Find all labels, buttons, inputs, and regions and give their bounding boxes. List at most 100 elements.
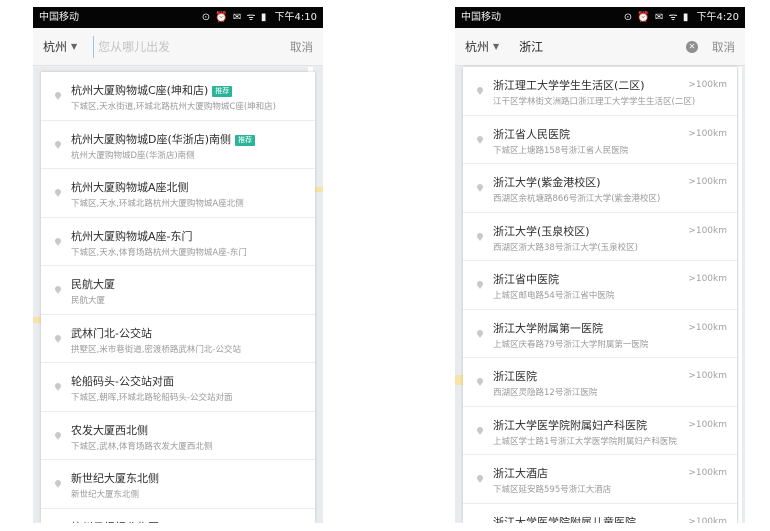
place-address: 西湖区灵隐路12号浙江医院 <box>493 388 598 398</box>
destination-search-input[interactable] <box>515 35 686 58</box>
suggestion-item[interactable]: 民航大厦 民航大厦 <box>41 266 315 315</box>
distance-label: >100km <box>688 128 727 139</box>
suggestion-item[interactable]: 浙江省中医院上城区邮电路54号浙江省中医院 >100km <box>463 261 737 310</box>
location-pin-icon <box>477 329 483 338</box>
place-name-text: 浙江大学医学院附属妇产科医院 <box>493 418 647 432</box>
cancel-button[interactable]: 取消 <box>290 39 313 55</box>
place-name: 农发大厦西北侧 <box>71 422 148 438</box>
location-pin-icon <box>55 286 61 294</box>
place-name: 民航大厦 <box>71 276 115 292</box>
place-address: 拱墅区,米市巷街道,密渡桥路武林门北-公交站 <box>71 344 241 355</box>
place-name: 杭州大厦购物城A座北侧 <box>71 179 189 195</box>
suggestion-item[interactable]: 浙江大学(紫金港校区) 西湖区余杭塘路866号浙江大学(紫金港校区) >100km <box>463 164 737 213</box>
cancel-button[interactable]: 取消 <box>712 39 735 55</box>
left-phone-screen: 中国移动 ⊙ ⏰ ✉ ᯤ ▮ 下午4:10 杭州 ▼ 取消 杭州大厦购物城C座(… <box>33 7 323 523</box>
city-label: 杭州 <box>43 40 68 54</box>
place-name: 浙江大学医学院附属妇产科医院 <box>493 417 647 433</box>
place-name: 浙江医院 <box>493 368 537 384</box>
suggestion-item[interactable]: 浙江大学医学院附属妇产科医院 上城区学士路1号浙江大学医学院附属妇产科医院 >100… <box>463 407 737 455</box>
place-name: 浙江理工大学学生生活区(二区) <box>493 77 645 93</box>
location-pin-icon <box>55 383 61 391</box>
place-name-text: 杭州大厦购物城D座(华浙店)南侧 <box>71 132 232 146</box>
carrier-label: 中国移动 <box>461 12 501 23</box>
suggestion-item[interactable]: 浙江理工大学学生生活区(二区) 江干区学林街文洲路口浙江理工大学学生生活区(二区)… <box>463 67 737 116</box>
location-pin-icon <box>55 334 61 343</box>
place-name: 浙江大学(玉泉校区) <box>493 223 590 239</box>
status-bar: 中国移动 ⊙ ⏰ ✉ ᯤ ▮ 下午4:20 <box>455 7 745 28</box>
status-icons: ⊙ ⏰ ✉ ᯤ ▮ <box>201 12 268 23</box>
suggestion-item[interactable]: 杭州日报报业集团下城区,武林,体育场路 <box>41 509 315 524</box>
status-bar: 中国移动 ⊙ ⏰ ✉ ᯤ ▮ 下午4:10 <box>33 7 323 28</box>
suggestion-item[interactable]: 杭州大厦购物城A座-东门 下城区,天水,体育场路杭州大厦购物城A座-东门 <box>41 218 315 266</box>
place-name-text: 浙江省人民医院 <box>493 127 570 141</box>
location-pin-icon <box>477 281 483 289</box>
suggestion-item[interactable]: 武林门北-公交站拱墅区,米市巷街道,密渡桥路武林门北-公交站 <box>41 315 315 363</box>
place-name-text: 民航大厦 <box>71 278 115 291</box>
suggestion-item[interactable]: 杭州大厦购物城C座(坤和店) 推荐 下城区,天水街道,环城北路杭州大厦购物城C座(坤… <box>41 72 315 121</box>
location-pin-icon <box>477 87 483 95</box>
distance-label: >100km <box>688 468 727 478</box>
recommend-badge: 推荐 <box>212 86 233 97</box>
suggestion-item[interactable]: 杭州大厦购物城A座北侧下城区,天水,环城北路杭州大厦购物城A座北侧 <box>41 169 315 218</box>
suggestion-item[interactable]: 新世纪大厦东北侧 新世纪大厦东北侧 <box>41 460 315 509</box>
place-name: 浙江大酒店 <box>493 465 548 481</box>
place-name: 新世纪大厦东北侧 <box>71 470 159 486</box>
place-name-text: 浙江医院 <box>493 370 537 383</box>
place-name-text: 武林门北-公交站 <box>71 326 152 340</box>
place-name: 浙江大学医学院附属儿童医院 <box>493 514 636 524</box>
place-address: 上城区邮电路54号浙江省中医院 <box>493 291 615 301</box>
location-pin-icon <box>477 426 483 435</box>
place-name-text: 浙江省中医院 <box>493 273 559 286</box>
place-name: 杭州大厦购物城C座(坤和店) 推荐 <box>71 82 233 98</box>
right-phone-screen: 中国移动 ⊙ ⏰ ✉ ᯤ ▮ 下午4:20 杭州 ▼ ✕ 取消 浙江理工大学学生… <box>455 7 745 523</box>
place-name-text: 浙江大学附属第一医院 <box>493 321 603 335</box>
distance-label: >100km <box>688 274 727 284</box>
place-name-text: 浙江大酒店 <box>493 467 548 480</box>
suggestion-item[interactable]: 浙江医院 西湖区灵隐路12号浙江医院 >100km <box>463 358 737 407</box>
suggestion-item[interactable]: 浙江省人民医院下城区上塘路158号浙江省人民医院 >100km <box>463 116 737 164</box>
place-name-text: 新世纪大厦东北侧 <box>71 472 159 485</box>
place-address: 下城区,朝晖,环城北路轮船码头-公交站对面 <box>71 393 233 403</box>
suggestion-item[interactable]: 浙江大学医学院附属儿童医院上城区竹竿巷57号>100km <box>463 504 737 524</box>
place-address: 下城区延安路595号浙江大酒店 <box>493 485 612 495</box>
place-name-text: 杭州大厦购物城A座-东门 <box>71 229 193 243</box>
city-selector[interactable]: 杭州 ▼ <box>465 38 499 55</box>
place-name: 武林门北-公交站 <box>71 325 152 341</box>
suggestion-item[interactable]: 农发大厦西北侧下城区,武林,体育场路农发大厦西北侧 <box>41 412 315 460</box>
place-address: 西湖区浙大路38号浙江大学(玉泉校区) <box>493 242 638 253</box>
clear-icon[interactable]: ✕ <box>686 40 698 53</box>
place-name-text: 浙江大学(玉泉校区) <box>493 224 590 238</box>
place-address: 下城区,天水,环城北路杭州大厦购物城A座北侧 <box>71 199 244 209</box>
place-name-text: 杭州大厦购物城C座(坤和店) <box>71 84 209 97</box>
carrier-label: 中国移动 <box>39 12 79 23</box>
place-name: 杭州大厦购物城A座-东门 <box>71 228 193 244</box>
place-name: 浙江大学附属第一医院 <box>493 320 603 336</box>
location-pin-icon <box>477 135 483 144</box>
place-name: 浙江省人民医院 <box>493 126 570 142</box>
distance-label: >100km <box>688 177 727 187</box>
suggestion-item[interactable]: 浙江大学附属第一医院 上城区庆春路79号浙江大学附属第一医院 >100km <box>463 310 737 358</box>
distance-label: >100km <box>688 80 727 90</box>
place-address: 西湖区余杭塘路866号浙江大学(紫金港校区) <box>493 194 661 204</box>
place-name: 浙江大学(紫金港校区) <box>493 174 601 190</box>
location-pin-icon <box>55 237 61 246</box>
suggestion-item[interactable]: 浙江大学(玉泉校区) 西湖区浙大路38号浙江大学(玉泉校区) >100km <box>463 213 737 261</box>
location-pin-icon <box>55 92 61 100</box>
place-name-text: 浙江大学(紫金港校区) <box>493 176 601 189</box>
suggestion-item[interactable]: 浙江大酒店下城区延安路595号浙江大酒店 >100km <box>463 455 737 504</box>
place-name: 浙江省中医院 <box>493 271 559 287</box>
place-address: 下城区,武林,体育场路农发大厦西北侧 <box>71 441 213 452</box>
suggestion-item[interactable]: 轮船码头-公交站对面下城区,朝晖,环城北路轮船码头-公交站对面 <box>41 363 315 412</box>
place-name-text: 农发大厦西北侧 <box>71 423 148 437</box>
place-address: 杭州大厦购物城D座(华浙店)南侧 <box>71 150 195 161</box>
status-icons: ⊙ ⏰ ✉ ᯤ ▮ <box>623 12 690 23</box>
suggestion-list: 浙江理工大学学生生活区(二区) 江干区学林街文洲路口浙江理工大学学生生活区(二区)… <box>463 67 737 523</box>
origin-search-input[interactable] <box>93 35 290 58</box>
place-address: 下城区上塘路158号浙江省人民医院 <box>493 145 629 156</box>
chevron-down-icon: ▼ <box>71 42 78 51</box>
location-pin-icon <box>477 184 483 192</box>
place-name-text: 轮船码头-公交站对面 <box>71 375 174 388</box>
city-selector[interactable]: 杭州 ▼ <box>43 38 77 55</box>
distance-label: >100km <box>688 419 727 430</box>
suggestion-item[interactable]: 杭州大厦购物城D座(华浙店)南侧 推荐 杭州大厦购物城D座(华浙店)南侧 <box>41 121 315 169</box>
